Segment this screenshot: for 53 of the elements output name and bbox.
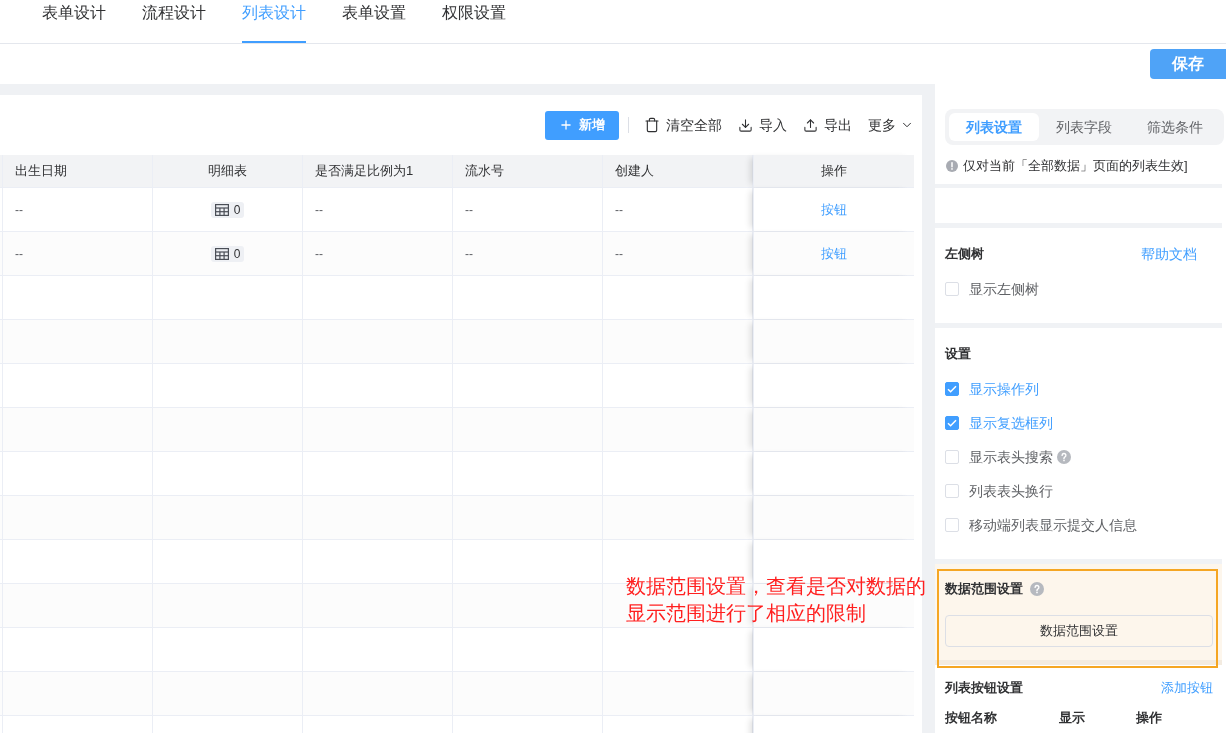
table-cell: -- <box>603 232 753 275</box>
export-button[interactable]: 导出 <box>803 114 852 136</box>
table-cell: -- <box>303 232 453 275</box>
top-tab[interactable]: 流程设计 <box>142 0 206 43</box>
top-tab[interactable]: 权限设置 <box>442 0 506 43</box>
checkbox-label[interactable]: 列表表头换行 <box>969 480 1053 502</box>
check-icon <box>947 419 957 427</box>
table-cell: -- <box>3 232 153 275</box>
column-header: 创建人 <box>603 155 753 187</box>
panel-tab[interactable]: 筛选条件 <box>1129 113 1220 141</box>
column-header: 操作 <box>1135 709 1163 728</box>
column-header: 是否满足比例为1 <box>303 155 453 187</box>
checkbox-label[interactable]: 移动端列表显示提交人信息 <box>969 514 1137 536</box>
table-cell: -- <box>3 188 153 231</box>
import-button[interactable]: 导入 <box>738 114 787 136</box>
section-title: 列表按钮设置 <box>945 679 1023 698</box>
section-title: 左侧树 <box>945 245 984 264</box>
more-dropdown-button[interactable]: 更多 <box>868 114 914 136</box>
table-cell: -- <box>453 232 603 275</box>
check-icon <box>947 385 957 393</box>
upload-icon <box>803 117 818 133</box>
annotation-text: 数据范围设置，查看是否对数据的显示范围进行了相应的限制 <box>626 574 927 626</box>
trash-icon <box>644 117 660 133</box>
info-icon <box>946 160 958 172</box>
subtable-tag[interactable]: 0 <box>210 201 245 218</box>
panel-tab[interactable]: 列表字段 <box>1039 113 1130 141</box>
subtable-count: 0 <box>233 247 241 260</box>
data-scope-button[interactable]: 数据范围设置 <box>945 615 1213 647</box>
top-tab[interactable]: 表单设置 <box>342 0 406 43</box>
subtable-tag[interactable]: 0 <box>210 245 245 262</box>
checkbox-label[interactable]: 显示左侧树 <box>969 278 1039 300</box>
column-header: 明细表 <box>153 155 303 187</box>
section-title: 设置 <box>945 345 971 364</box>
table-icon <box>214 247 229 260</box>
plus-icon <box>559 118 573 132</box>
section-title: 数据范围设置 <box>945 580 1023 599</box>
checkbox[interactable] <box>945 382 959 396</box>
table-cell: -- <box>603 188 753 231</box>
column-header: 显示 <box>1058 709 1086 728</box>
clear-all-button[interactable]: 清空全部 <box>644 114 722 136</box>
table-cell: -- <box>453 188 603 231</box>
notice-text: 仅对当前「全部数据」页面的列表生效] <box>963 157 1188 176</box>
column-header: 操作 <box>753 155 914 187</box>
table-cell: -- <box>303 188 453 231</box>
top-tab[interactable]: 表单设计 <box>42 0 106 43</box>
subtable-count: 0 <box>233 203 241 216</box>
download-icon <box>738 117 753 133</box>
column-header: 流水号 <box>453 155 603 187</box>
column-header: 出生日期 <box>3 155 153 187</box>
checkbox-label[interactable]: 显示表头搜索 <box>969 446 1053 468</box>
checkbox[interactable] <box>945 416 959 430</box>
column-header: 按钮名称 <box>945 709 998 728</box>
table-icon <box>214 203 229 216</box>
